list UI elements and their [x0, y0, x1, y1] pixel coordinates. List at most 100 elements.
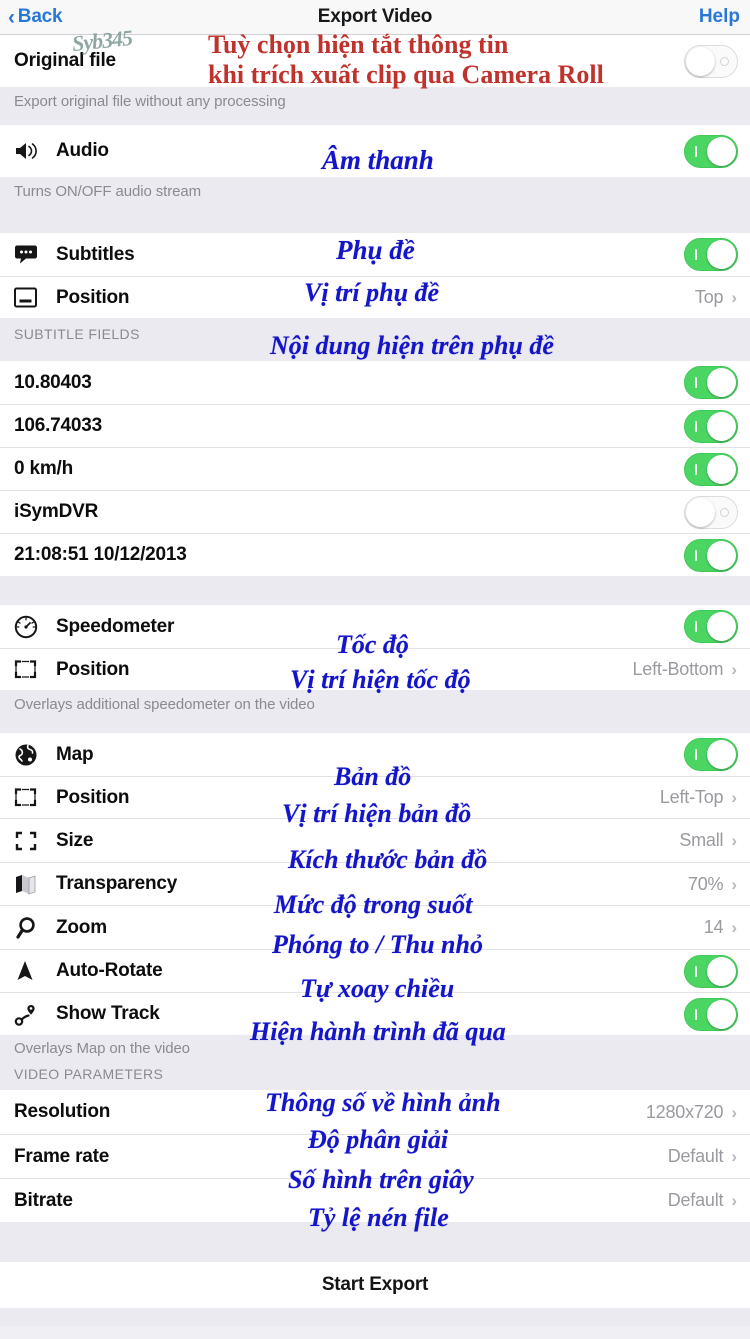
- toggle-knob: [707, 740, 736, 769]
- toggle-knob: [707, 136, 736, 166]
- row-bitrate[interactable]: Bitrate Default ›: [0, 1178, 750, 1222]
- help-button[interactable]: Help: [699, 0, 740, 34]
- subtitle-field-label: 21:08:51 10/12/2013: [14, 544, 187, 565]
- frame-position-icon: [14, 787, 56, 808]
- size-corners-icon: [14, 830, 56, 852]
- toggle-knob: [707, 999, 736, 1029]
- chevron-right-icon: ›: [731, 1191, 737, 1210]
- map-footnote: Overlays Map on the video: [0, 1035, 750, 1060]
- map-zoom-label: Zoom: [56, 916, 107, 938]
- original-file-group: Original file: [0, 35, 750, 87]
- subtitle-fields-group: 10.80403 106.74033 0 km/h iSymDVR 21:08:…: [0, 361, 750, 576]
- row-map[interactable]: Map: [0, 733, 750, 776]
- row-speedometer-position[interactable]: Position Left-Bottom ›: [0, 648, 750, 690]
- bitrate-value: Default: [667, 1190, 724, 1210]
- subtitles-toggle[interactable]: [684, 238, 738, 271]
- speedometer-group: Speedometer Position Left-Bottom ›: [0, 605, 750, 690]
- chevron-right-icon: ›: [731, 660, 737, 679]
- toggle-knob: [707, 240, 736, 269]
- speedometer-footnote: Overlays additional speedometer on the v…: [0, 690, 750, 733]
- row-map-position[interactable]: Position Left-Top ›: [0, 776, 750, 818]
- original-file-toggle[interactable]: [684, 44, 738, 78]
- video-parameters-group: Resolution 1280x720 › Frame rate Default…: [0, 1090, 750, 1222]
- subtitles-group: Subtitles Position Top ›: [0, 233, 750, 318]
- toggle-knob: [686, 497, 715, 527]
- row-map-zoom[interactable]: Zoom 14 ›: [0, 905, 750, 949]
- original-file-footnote: Export original file without any process…: [0, 87, 750, 125]
- start-export-button[interactable]: Start Export: [0, 1262, 750, 1308]
- subtitle-field-label: 10.80403: [14, 371, 92, 393]
- row-map-size[interactable]: Size Small ›: [0, 818, 750, 862]
- subtitle-field-toggle[interactable]: [684, 538, 738, 572]
- map-zoom-value: 14: [703, 917, 724, 937]
- map-size-value: Small: [679, 830, 724, 850]
- subtitle-field-toggle[interactable]: [684, 495, 738, 529]
- toggle-knob: [707, 612, 736, 641]
- map-position-value: Left-Top: [659, 787, 724, 807]
- frame-rate-label: Frame rate: [14, 1145, 110, 1167]
- resolution-value: 1280x720: [645, 1101, 724, 1122]
- section-gap: [0, 1222, 750, 1262]
- gauge-icon: [14, 615, 56, 639]
- bottom-gap: [0, 1308, 750, 1326]
- subtitle-field-toggle[interactable]: [684, 452, 738, 486]
- map-size-label: Size: [56, 829, 94, 851]
- speedometer-label: Speedometer: [56, 615, 175, 637]
- subtitle-field-label: 0 km/h: [14, 458, 73, 479]
- speaker-icon: [14, 140, 56, 162]
- globe-icon: [14, 743, 56, 767]
- list-item[interactable]: 106.74033: [0, 404, 750, 447]
- row-resolution[interactable]: Resolution 1280x720 ›: [0, 1090, 750, 1134]
- map-show-track-toggle[interactable]: [684, 997, 738, 1031]
- row-speedometer[interactable]: Speedometer: [0, 605, 750, 648]
- row-map-auto-rotate[interactable]: Auto-Rotate: [0, 949, 750, 992]
- chevron-right-icon: ›: [731, 918, 737, 937]
- list-item[interactable]: iSymDVR: [0, 490, 750, 533]
- toggle-knob: [707, 411, 736, 441]
- audio-toggle[interactable]: [684, 134, 738, 168]
- list-item[interactable]: 10.80403: [0, 361, 750, 404]
- subtitle-field-toggle[interactable]: [684, 409, 738, 443]
- map-toggle[interactable]: [684, 738, 738, 771]
- row-subtitles[interactable]: Subtitles: [0, 233, 750, 276]
- audio-label: Audio: [56, 140, 109, 161]
- subtitle-position-label: Position: [56, 286, 130, 308]
- subtitle-field-toggle[interactable]: [684, 366, 738, 399]
- chevron-right-icon: ›: [731, 874, 737, 894]
- row-subtitle-position[interactable]: Position Top ›: [0, 276, 750, 318]
- navigation-arrow-icon: [14, 959, 56, 983]
- chevron-left-icon: ‹: [8, 5, 15, 29]
- toggle-knob: [707, 368, 736, 397]
- list-item[interactable]: 21:08:51 10/12/2013: [0, 533, 750, 576]
- original-file-label: Original file: [14, 50, 116, 71]
- row-frame-rate[interactable]: Frame rate Default ›: [0, 1134, 750, 1178]
- subtitle-position-value: Top: [694, 287, 724, 307]
- map-auto-rotate-toggle[interactable]: [684, 954, 738, 988]
- list-item[interactable]: 0 km/h: [0, 447, 750, 490]
- map-group: Map Position Left-Top › Size Small › Tra…: [0, 733, 750, 1035]
- map-position-label: Position: [56, 786, 130, 808]
- frame-position-icon: [14, 659, 56, 680]
- subtitle-field-label: 106.74033: [14, 415, 103, 436]
- chevron-right-icon: ›: [731, 288, 737, 307]
- toggle-knob: [707, 454, 736, 484]
- chevron-right-icon: ›: [731, 1147, 737, 1166]
- row-audio[interactable]: Audio: [0, 125, 750, 177]
- map-label: Map: [56, 743, 94, 765]
- resolution-label: Resolution: [14, 1101, 111, 1122]
- row-original-file[interactable]: Original file: [0, 35, 750, 87]
- back-button[interactable]: ‹ Back: [8, 0, 63, 34]
- chevron-right-icon: ›: [731, 788, 737, 807]
- navigation-bar: ‹ Back Export Video Help: [0, 0, 750, 35]
- frame-rate-value: Default: [667, 1146, 724, 1166]
- magnifier-icon: [14, 916, 56, 940]
- map-fold-icon: [14, 873, 56, 895]
- map-show-track-label: Show Track: [56, 1003, 160, 1024]
- speedometer-toggle[interactable]: [684, 610, 738, 643]
- subtitle-position-icon: [14, 287, 56, 308]
- toggle-knob: [707, 540, 736, 570]
- map-auto-rotate-label: Auto-Rotate: [56, 960, 163, 981]
- start-export-label: Start Export: [321, 1274, 429, 1295]
- row-map-transparency[interactable]: Transparency 70% ›: [0, 862, 750, 905]
- row-map-show-track[interactable]: Show Track: [0, 992, 750, 1035]
